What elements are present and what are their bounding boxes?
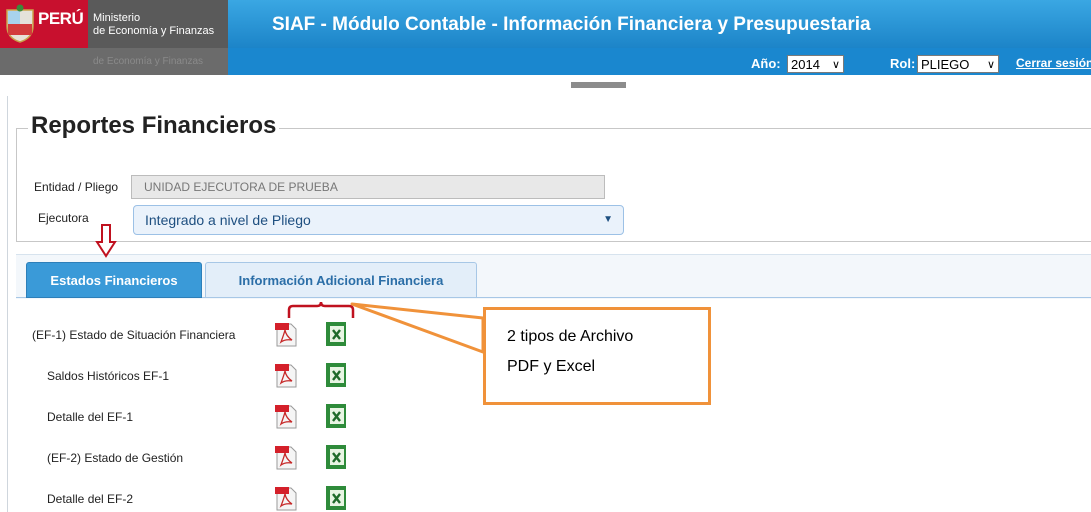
annotation-bracket xyxy=(287,301,355,318)
annotation-overlay xyxy=(287,301,485,354)
callout-line2: PDF y Excel xyxy=(507,358,596,375)
callout-pointer xyxy=(350,302,485,354)
callout-line1: 2 tipos de Archivo xyxy=(507,328,634,345)
annotation-callout-box xyxy=(483,307,711,405)
